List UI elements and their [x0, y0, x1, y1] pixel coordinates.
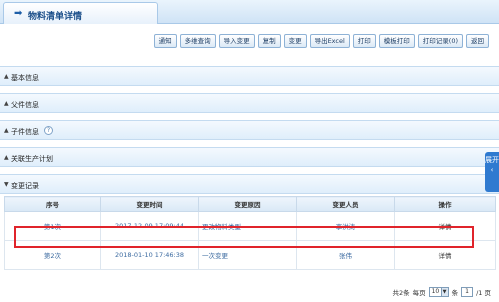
- col-header-person: 变更人员: [296, 196, 395, 212]
- section-basic[interactable]: ▲ 基本信息: [0, 66, 499, 86]
- page-input[interactable]: 1: [461, 287, 474, 297]
- section-parent[interactable]: ▲ 父件信息: [0, 93, 499, 113]
- print-button[interactable]: 打印: [352, 34, 376, 48]
- per-page-select[interactable]: 10 ▼: [428, 287, 449, 297]
- side-tab-label: 展开: [485, 156, 499, 164]
- toolbar: 通知 多维查询 导入变更 复制 变更 导出Excel 打印 模板打印 打印记录(…: [153, 34, 489, 48]
- triangle-up-icon: ▲: [4, 154, 9, 161]
- section-child-label: 子件信息: [11, 128, 39, 136]
- total-pages: /1 页: [476, 289, 491, 297]
- section-plan-label: 关联生产计划: [11, 155, 53, 163]
- copy-button[interactable]: 复制: [257, 34, 281, 48]
- import-change-button[interactable]: 导入变更: [218, 34, 255, 48]
- print-records-button[interactable]: 打印记录(0): [417, 34, 463, 48]
- col-header-time: 变更时间: [100, 196, 199, 212]
- back-button[interactable]: 返回: [466, 34, 489, 48]
- per-page-unit: 条: [451, 289, 459, 297]
- page-title: 物料清单详情: [28, 12, 83, 22]
- help-icon[interactable]: ?: [44, 126, 53, 135]
- triangle-up-icon: ▲: [4, 73, 9, 80]
- col-header-index: 序号: [4, 196, 101, 212]
- notify-button[interactable]: 通知: [153, 34, 177, 48]
- chevron-left-icon: ‹: [490, 166, 494, 174]
- export-excel-button[interactable]: 导出Excel: [309, 34, 350, 48]
- col-header-action: 操作: [394, 196, 496, 212]
- change-button[interactable]: 变更: [283, 34, 307, 48]
- arrow-right-icon: ➡: [14, 8, 23, 19]
- section-basic-label: 基本信息: [11, 74, 39, 82]
- expand-side-tab[interactable]: 展开 ‹: [485, 152, 499, 192]
- per-page-value: 10: [431, 288, 440, 295]
- multi-query-button[interactable]: 多维查询: [179, 34, 216, 48]
- col-header-reason: 变更原因: [198, 196, 297, 212]
- section-changes[interactable]: ▼ 变更记录: [0, 174, 499, 194]
- section-changes-label: 变更记录: [11, 182, 39, 190]
- table-header-row: 序号 变更时间 变更原因 变更人员 操作: [4, 196, 496, 212]
- highlight-box: [14, 226, 474, 248]
- triangle-up-icon: ▲: [4, 127, 9, 134]
- pagination: 共2条 每页 10 ▼ 条 1 /1 页: [392, 286, 491, 298]
- chevron-down-icon: ▼: [440, 288, 448, 296]
- per-page-label: 每页: [412, 289, 426, 297]
- triangle-up-icon: ▲: [4, 100, 9, 107]
- total-count: 共2条: [392, 289, 410, 297]
- triangle-down-icon: ▼: [4, 181, 9, 188]
- section-parent-label: 父件信息: [11, 101, 39, 109]
- template-print-button[interactable]: 模板打印: [378, 34, 415, 48]
- title-tab: ➡ 物料清单详情: [3, 2, 158, 24]
- title-bar: ➡ 物料清单详情: [0, 0, 499, 24]
- section-child[interactable]: ▲ 子件信息 ?: [0, 120, 499, 140]
- section-plan[interactable]: ▲ 关联生产计划: [0, 147, 499, 167]
